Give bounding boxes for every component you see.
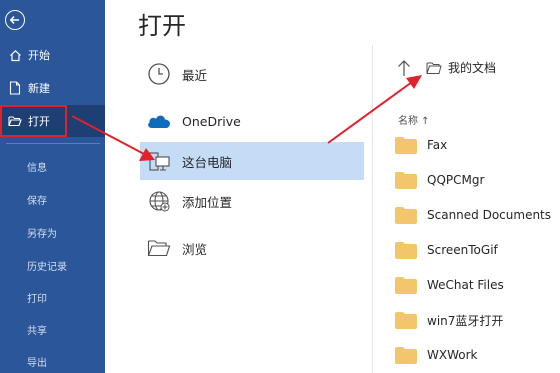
sidebar-item-export[interactable]: 导出	[27, 354, 47, 369]
nav-item-home[interactable]: 开始	[0, 39, 105, 71]
location-label: 这台电脑	[182, 154, 233, 170]
folder-name: WeChat Files	[427, 278, 504, 292]
highlight-box	[0, 105, 67, 137]
location-label: 浏览	[182, 241, 208, 257]
new-document-icon	[8, 81, 22, 95]
up-folder-button[interactable]	[396, 58, 412, 78]
folder-row[interactable]: Fax	[395, 132, 560, 158]
sidebar-divider	[6, 143, 100, 144]
breadcrumb[interactable]: 我的文档	[426, 59, 496, 76]
sidebar-item-save-as[interactable]: 另存为	[27, 225, 57, 240]
sidebar-item-info[interactable]: 信息	[27, 159, 47, 174]
folder-row[interactable]: win7蓝牙打开	[395, 307, 560, 333]
location-browse[interactable]: 浏览	[140, 229, 364, 267]
folder-icon	[395, 136, 417, 154]
folder-row[interactable]: ScreenToGif	[395, 237, 560, 263]
folder-icon	[395, 241, 417, 259]
folder-icon	[395, 346, 417, 364]
location-label: 添加位置	[182, 194, 233, 210]
nav-item-new[interactable]: 新建	[0, 72, 105, 104]
folder-open-icon	[426, 62, 442, 74]
browse-folder-icon	[146, 235, 172, 261]
folder-name: ScreenToGif	[427, 243, 498, 257]
folder-name: Fax	[427, 138, 448, 152]
folder-row[interactable]: WXWork	[395, 342, 560, 368]
sidebar-item-save[interactable]: 保存	[27, 192, 47, 207]
column-header-name[interactable]: 名称 ↑	[398, 112, 430, 127]
home-icon	[8, 48, 22, 62]
computer-icon	[146, 148, 172, 174]
sidebar-item-share[interactable]: 共享	[27, 322, 47, 337]
backstage-sidebar: 开始 新建 打开 信息 保存 另存为 历史记录 打印 共享 导出	[0, 0, 105, 373]
onedrive-cloud-icon	[146, 108, 172, 134]
folder-row[interactable]: QQPCMgr	[395, 167, 560, 193]
folder-icon	[395, 311, 417, 329]
sidebar-item-print[interactable]: 打印	[27, 290, 47, 305]
pane-divider	[372, 45, 373, 373]
folder-icon	[395, 171, 417, 189]
folder-name: QQPCMgr	[427, 173, 485, 187]
folder-icon	[395, 206, 417, 224]
nav-item-label: 新建	[28, 82, 50, 95]
folder-name: Scanned Documents	[427, 208, 552, 222]
nav-item-label: 开始	[28, 49, 50, 62]
location-label: 最近	[182, 67, 208, 83]
location-onedrive[interactable]: OneDrive	[140, 102, 364, 140]
folder-row[interactable]: WeChat Files	[395, 272, 560, 298]
current-folder-name: 我的文档	[448, 61, 497, 75]
sidebar-item-history[interactable]: 历史记录	[27, 258, 67, 273]
back-arrow-icon	[9, 15, 19, 25]
page-title: 打开	[138, 12, 186, 40]
folder-icon	[395, 276, 417, 294]
up-arrow-icon	[398, 60, 410, 76]
back-button[interactable]	[5, 10, 25, 30]
add-location-icon	[146, 188, 172, 214]
location-this-pc[interactable]: 这台电脑	[140, 142, 364, 180]
folder-name: win7蓝牙打开	[427, 313, 504, 328]
clock-icon	[146, 61, 172, 87]
location-label: OneDrive	[182, 113, 241, 129]
location-add-place[interactable]: 添加位置	[140, 182, 364, 220]
location-recent[interactable]: 最近	[140, 55, 364, 93]
folder-row[interactable]: Scanned Documents	[395, 202, 560, 228]
folder-name: WXWork	[427, 348, 478, 362]
